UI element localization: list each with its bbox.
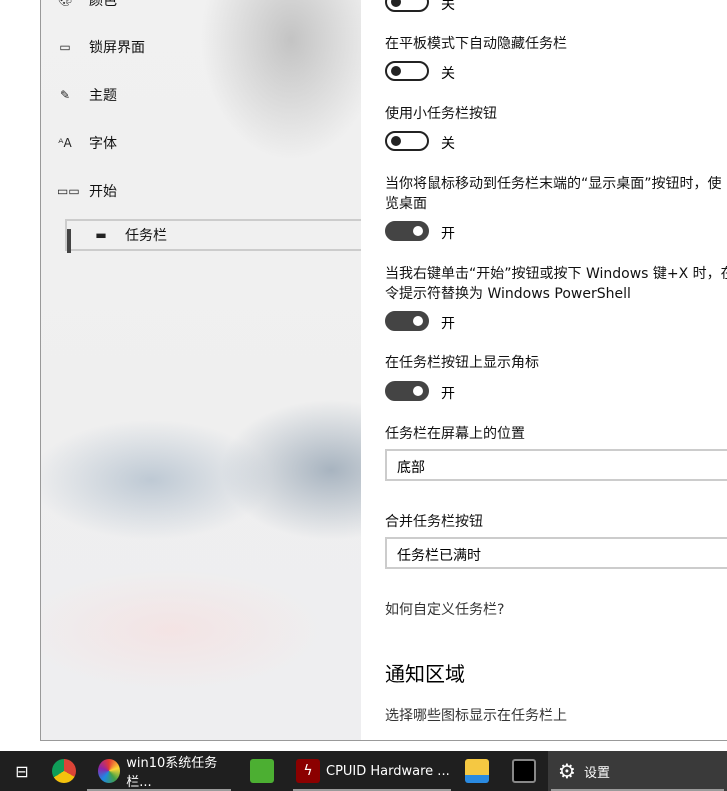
toggle-state: 关 — [441, 66, 455, 82]
taskbar-item-label: CPUID Hardware ... — [326, 763, 450, 779]
taskbar-item-settings[interactable]: ⚙ 设置 — [548, 751, 727, 791]
sidebar: 🎨︎ 颜色 ▭ 锁屏界面 ✎ 主题 ᴬA 字体 ▭▭ 开始 ▬ 任务栏 — [41, 0, 425, 740]
photos-icon — [98, 759, 121, 783]
settings-content: 关 在平板模式下自动隐藏任务栏 关 使用小任务栏按钮 关 当你将鼠标移动到任务栏… — [361, 0, 727, 740]
combine-buttons-dropdown[interactable]: 任务栏已满时 — [385, 537, 727, 569]
chrome-button[interactable] — [44, 751, 84, 791]
toggle-powershell[interactable] — [385, 311, 429, 331]
lock-screen-icon: ▭ — [59, 40, 71, 54]
task-view-button[interactable]: ⊟ — [0, 751, 44, 791]
setting-label: 在平板模式下自动隐藏任务栏 — [385, 36, 567, 52]
settings-window: 🎨︎ 颜色 ▭ 锁屏界面 ✎ 主题 ᴬA 字体 ▭▭ 开始 ▬ 任务栏 关 在平板模式下自动… — [40, 0, 727, 741]
toggle-badges[interactable] — [385, 381, 429, 401]
sidebar-item-fonts[interactable]: ᴬA 字体 — [41, 123, 361, 163]
chip-app-icon — [512, 759, 536, 783]
setting-label: 览桌面 — [385, 196, 427, 212]
palette-icon: 🎨︎ — [57, 0, 73, 7]
combine-label: 合并任务栏按钮 — [385, 514, 483, 530]
setting-label: 令提示符替换为 Windows PowerShell — [385, 286, 631, 302]
task-view-icon: ⊟ — [15, 761, 29, 781]
toggle-small-buttons[interactable] — [385, 131, 429, 151]
setting-label: 使用小任务栏按钮 — [385, 106, 497, 122]
taskbar: ⊟ win10系统任务栏... ϟ CPUID Hardware ... ⚙ 设置 — [0, 751, 727, 791]
taskbar-item-photos[interactable]: win10系统任务栏... — [84, 751, 234, 791]
evernote-button[interactable] — [234, 751, 290, 791]
toggle-state: 关 — [441, 136, 455, 152]
taskbar-item-label: win10系统任务栏... — [126, 756, 218, 790]
select-icons-link[interactable]: 选择哪些图标显示在任务栏上 — [385, 705, 567, 725]
sidebar-item-lock-screen[interactable]: ▭ 锁屏界面 — [41, 27, 361, 67]
taskbar-position-dropdown[interactable]: 底部 — [385, 449, 727, 481]
setting-label: 在任务栏按钮上显示角标 — [385, 355, 539, 371]
evernote-icon — [250, 759, 274, 783]
theme-icon: ✎ — [59, 88, 71, 102]
font-icon: ᴬA — [58, 136, 72, 150]
sidebar-item-colors[interactable]: 🎨︎ 颜色 — [41, 0, 361, 20]
chrome-icon — [52, 759, 76, 783]
file-explorer-icon — [465, 759, 489, 783]
chip-app-button[interactable] — [500, 751, 548, 791]
toggle-peek-desktop[interactable] — [385, 221, 429, 241]
taskbar-icon: ▬ — [95, 228, 107, 242]
start-icon: ▭▭ — [57, 184, 80, 198]
setting-label: 当我右键单击“开始”按钮或按下 Windows 键+X 时，在 — [385, 266, 727, 282]
taskbar-item-cpuid[interactable]: ϟ CPUID Hardware ... — [290, 751, 454, 791]
toggle-state: 开 — [441, 226, 455, 242]
setting-label: 当你将鼠标移动到任务栏末端的“显示桌面”按钮时，使 — [385, 176, 722, 192]
customize-taskbar-link[interactable]: 如何自定义任务栏? — [385, 599, 504, 619]
toggle-lock-taskbar[interactable] — [385, 0, 429, 12]
toggle-state: 关 — [441, 0, 455, 13]
notification-area-heading: 通知区域 — [385, 662, 465, 686]
gear-icon: ⚙ — [558, 759, 576, 783]
taskbar-item-label: 设置 — [583, 765, 610, 781]
sidebar-item-themes[interactable]: ✎ 主题 — [41, 75, 361, 115]
cpuid-icon: ϟ — [296, 759, 320, 783]
background-window — [0, 741, 727, 751]
sidebar-item-start[interactable]: ▭▭ 开始 — [41, 171, 361, 211]
toggle-state: 开 — [441, 386, 455, 402]
toggle-state: 开 — [441, 316, 455, 332]
file-explorer-button[interactable] — [454, 751, 500, 791]
toggle-auto-hide-tablet[interactable] — [385, 61, 429, 81]
position-label: 任务栏在屏幕上的位置 — [385, 426, 525, 442]
